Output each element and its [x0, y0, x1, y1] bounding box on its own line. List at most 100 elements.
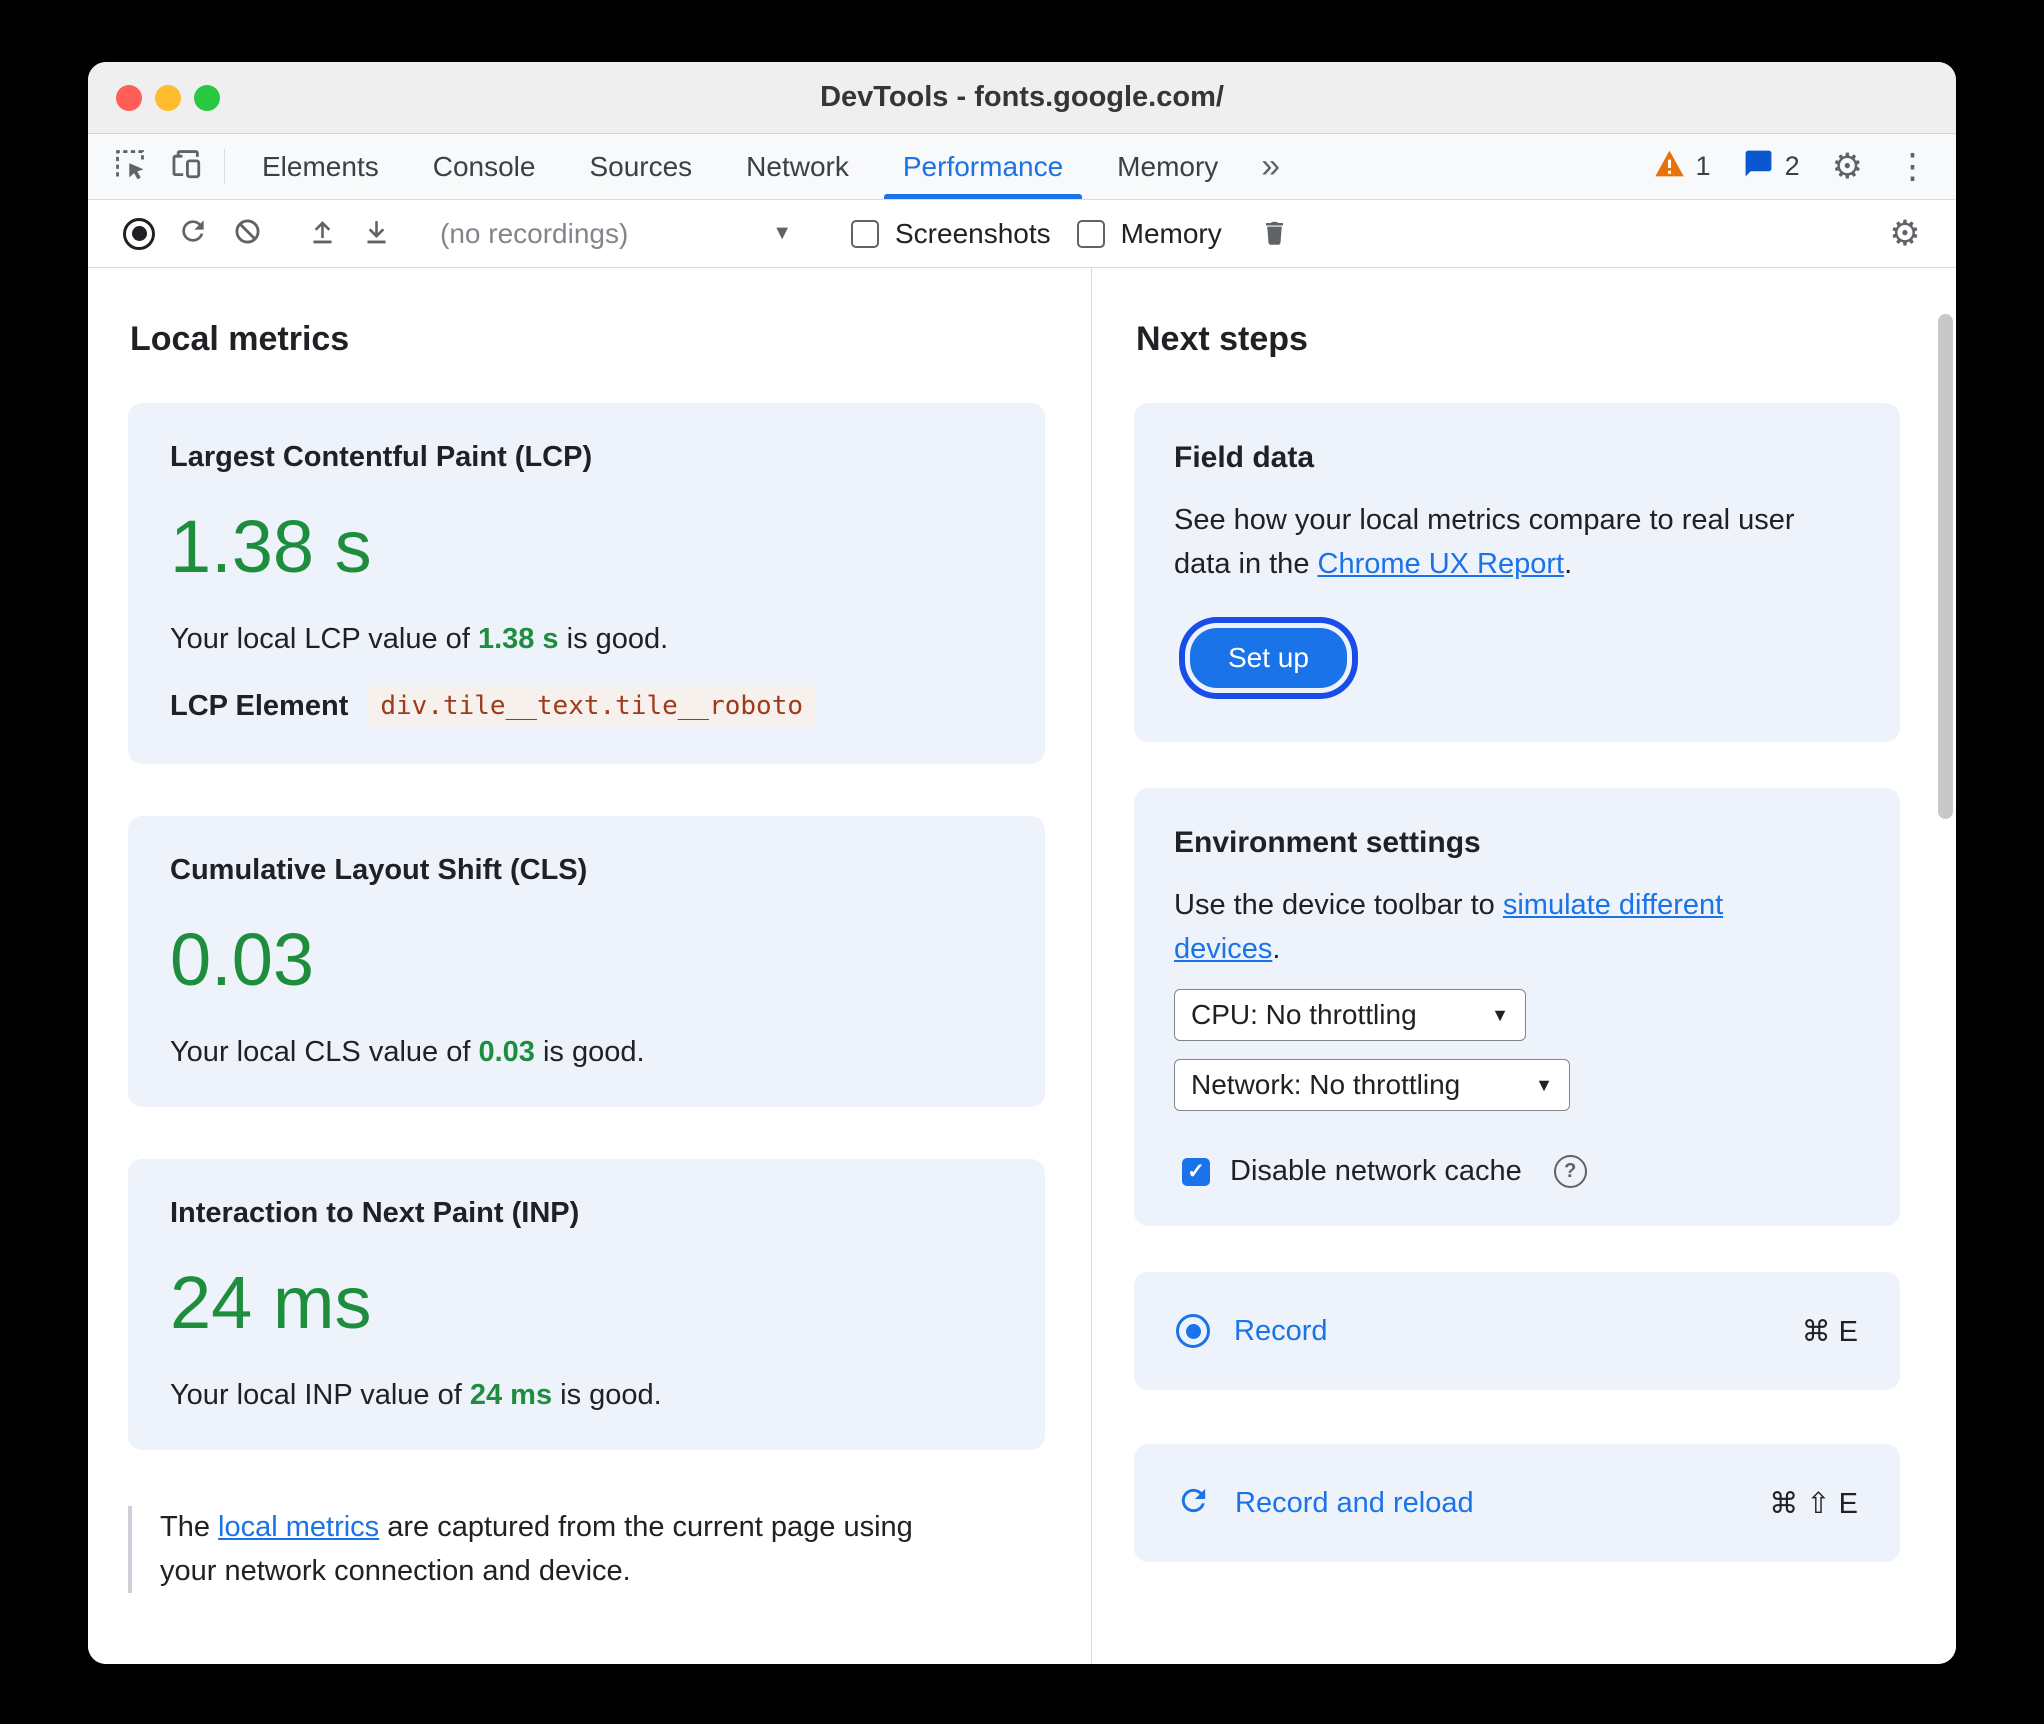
inp-value: 24 ms	[170, 1261, 372, 1344]
collect-garbage-button[interactable]	[1248, 207, 1302, 261]
tab-label: Performance	[902, 150, 1064, 182]
cpu-throttling-value: CPU: No throttling	[1191, 999, 1417, 1030]
tab-console[interactable]: Console	[406, 134, 563, 199]
help-icon[interactable]: ?	[1553, 1155, 1587, 1188]
local-metrics-link[interactable]: local metrics	[218, 1511, 379, 1543]
lcp-description: Your local LCP value of 1.38 s is good.	[170, 623, 1003, 656]
tabbar-right-controls: 1 2 ⚙ ⋮	[1654, 134, 1930, 199]
tab-elements[interactable]: Elements	[235, 134, 406, 199]
memory-checkbox-row[interactable]: Memory	[1076, 217, 1222, 250]
cls-metric-card: Cumulative Layout Shift (CLS) 0.03 Your …	[128, 816, 1045, 1107]
cpu-throttling-select[interactable]: CPU: No throttling ▼	[1174, 989, 1526, 1041]
lcp-desc-prefix: Your local LCP value of	[170, 623, 478, 655]
warnings-badge[interactable]: 1	[1654, 149, 1711, 185]
recordings-dropdown[interactable]: (no recordings) ▼	[424, 218, 804, 250]
gear-icon: ⚙	[1831, 147, 1863, 186]
devtools-window: DevTools - fonts.google.com/ Elements Co…	[88, 62, 1956, 1664]
screenshots-checkbox-row[interactable]: Screenshots	[851, 218, 1051, 250]
chevron-down-icon: ▼	[772, 222, 792, 244]
performance-panel-content: Local metrics Largest Contentful Paint (…	[88, 268, 1956, 1664]
device-toolbar-button[interactable]	[158, 134, 214, 199]
inp-desc-prefix: Your local INP value of	[170, 1379, 470, 1411]
record-and-reload-action-button[interactable]: Record and reload ⌘ ⇧ E	[1134, 1444, 1900, 1562]
field-data-title: Field data	[1174, 441, 1315, 474]
warning-icon	[1654, 149, 1685, 185]
reload-icon	[1176, 1483, 1211, 1523]
record-action-button[interactable]: Record ⌘ E	[1134, 1272, 1900, 1390]
titlebar: DevTools - fonts.google.com/	[88, 62, 1956, 134]
tab-label: Console	[432, 150, 536, 182]
chevron-down-icon: ▼	[1535, 1074, 1553, 1095]
lcp-element-label: LCP Element	[170, 689, 349, 722]
warning-count: 1	[1695, 151, 1711, 181]
lcp-desc-suffix: is good.	[558, 623, 669, 655]
kebab-menu-icon: ⋮	[1895, 147, 1930, 186]
local-metrics-heading: Local metrics	[130, 320, 350, 358]
more-tabs-button[interactable]: »	[1245, 134, 1296, 199]
record-and-reload-shortcut: ⌘ ⇧ E	[1769, 1487, 1858, 1520]
inp-card-title: Interaction to Next Paint (INP)	[170, 1197, 580, 1229]
environment-settings-card: Environment settings Use the device tool…	[1134, 788, 1900, 1226]
cls-desc-prefix: Your local CLS value of	[170, 1036, 479, 1068]
network-throttling-select[interactable]: Network: No throttling ▼	[1174, 1059, 1570, 1111]
field-data-card: Field data See how your local metrics co…	[1134, 403, 1900, 742]
tab-label: Memory	[1117, 150, 1219, 182]
local-metrics-column: Local metrics Largest Contentful Paint (…	[88, 268, 1092, 1664]
set-up-button[interactable]: Set up	[1190, 628, 1347, 688]
inspect-element-button[interactable]	[102, 134, 158, 199]
disable-network-cache-checkbox[interactable]: ✓	[1182, 1157, 1210, 1186]
zoom-window-button[interactable]	[194, 84, 220, 111]
next-steps-heading: Next steps	[1136, 320, 1308, 358]
next-steps-column: Next steps Field data See how your local…	[1092, 268, 1956, 1664]
record-button[interactable]	[112, 207, 166, 261]
close-window-button[interactable]	[116, 84, 142, 111]
memory-label: Memory	[1120, 217, 1222, 249]
download-icon	[361, 216, 392, 252]
tab-label: Sources	[589, 150, 693, 182]
performance-toolbar: (no recordings) ▼ Screenshots Memory ⚙	[88, 200, 1956, 268]
chevron-double-right-icon: »	[1261, 147, 1281, 185]
tab-performance[interactable]: Performance	[876, 134, 1090, 199]
chrome-ux-report-link[interactable]: Chrome UX Report	[1318, 548, 1565, 580]
window-controls	[116, 62, 220, 133]
load-profile-button[interactable]	[295, 207, 349, 261]
trash-icon	[1260, 216, 1289, 252]
tab-memory[interactable]: Memory	[1090, 134, 1245, 199]
screenshots-checkbox[interactable]	[851, 219, 879, 248]
issues-bubble-icon	[1743, 148, 1774, 186]
env-desc-suffix: .	[1272, 932, 1281, 965]
main-menu-button[interactable]: ⋮	[1895, 149, 1930, 184]
clear-recordings-button[interactable]	[220, 207, 274, 261]
tab-sources[interactable]: Sources	[562, 134, 719, 199]
scrollbar-thumb[interactable]	[1938, 314, 1953, 819]
device-toolbar-icon	[169, 147, 203, 186]
cls-desc-value: 0.03	[478, 1036, 535, 1068]
issues-badge[interactable]: 2	[1743, 148, 1800, 186]
settings-button[interactable]: ⚙	[1832, 149, 1863, 184]
capture-settings-button[interactable]: ⚙	[1878, 207, 1932, 261]
save-profile-button[interactable]	[349, 207, 403, 261]
vertical-scrollbar[interactable]	[1938, 272, 1953, 1660]
cls-card-title: Cumulative Layout Shift (CLS)	[170, 854, 588, 886]
lcp-desc-value: 1.38 s	[477, 623, 559, 655]
field-data-description: See how your local metrics compare to re…	[1174, 499, 1814, 586]
recordings-dropdown-value: (no recordings)	[440, 217, 629, 249]
gear-icon: ⚙	[1889, 214, 1921, 253]
record-and-reload-label: Record and reload	[1235, 1486, 1474, 1519]
disable-network-cache-row[interactable]: ✓ Disable network cache ?	[1174, 1155, 1860, 1188]
lcp-element-link[interactable]: div.tile__text.tile__roboto	[368, 686, 815, 726]
record-radio-icon	[1176, 1314, 1210, 1348]
record-and-reload-toolbar-button[interactable]	[166, 207, 220, 261]
inp-desc-value: 24 ms	[469, 1379, 553, 1411]
chevron-down-icon: ▼	[1491, 1004, 1509, 1025]
tab-network[interactable]: Network	[719, 134, 876, 199]
lcp-card-title: Largest Contentful Paint (LCP)	[170, 441, 593, 473]
tab-label: Elements	[262, 150, 379, 182]
inp-metric-card: Interaction to Next Paint (INP) 24 ms Yo…	[128, 1159, 1045, 1450]
inp-description: Your local INP value of 24 ms is good.	[170, 1379, 1003, 1412]
memory-checkbox[interactable]	[1076, 219, 1105, 248]
minimize-window-button[interactable]	[155, 84, 181, 111]
env-desc-prefix: Use the device toolbar to	[1174, 889, 1503, 921]
local-metrics-note: The local metrics are captured from the …	[128, 1506, 968, 1593]
window-title: DevTools - fonts.google.com/	[820, 81, 1224, 113]
